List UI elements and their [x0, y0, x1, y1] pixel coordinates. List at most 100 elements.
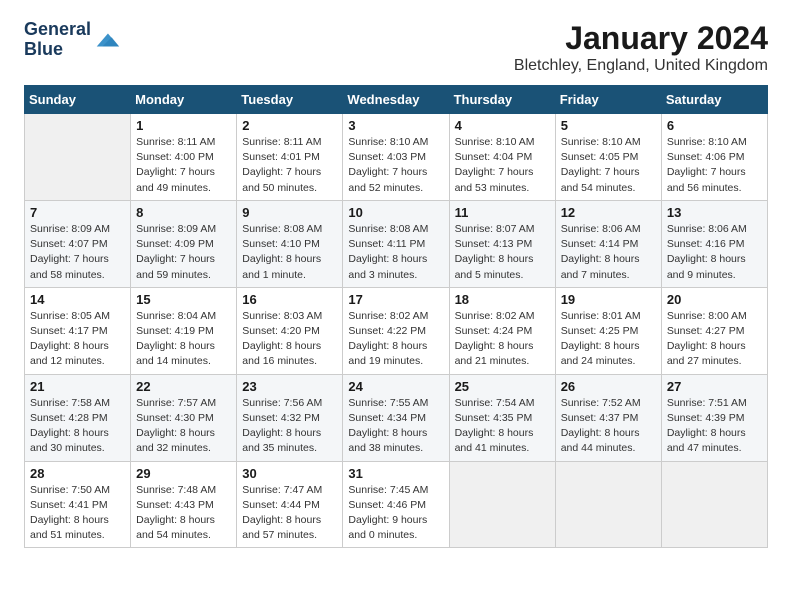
calendar-day-18: 18 Sunrise: 8:02 AMSunset: 4:24 PMDayligh…	[449, 287, 555, 374]
day-info: Sunrise: 8:10 AMSunset: 4:03 PMDaylight:…	[348, 135, 443, 196]
day-number: 13	[667, 205, 762, 220]
day-info: Sunrise: 7:51 AMSunset: 4:39 PMDaylight:…	[667, 396, 762, 457]
day-info: Sunrise: 8:02 AMSunset: 4:24 PMDaylight:…	[455, 309, 550, 370]
day-info: Sunrise: 8:01 AMSunset: 4:25 PMDaylight:…	[561, 309, 656, 370]
calendar-day-2: 2Sunrise: 8:11 AMSunset: 4:01 PMDaylight…	[237, 114, 343, 201]
calendar-subtitle: Bletchley, England, United Kingdom	[514, 57, 768, 75]
day-number: 21	[30, 379, 125, 394]
day-info: Sunrise: 8:00 AMSunset: 4:27 PMDaylight:…	[667, 309, 762, 370]
day-number: 10	[348, 205, 443, 220]
day-info: Sunrise: 7:56 AMSunset: 4:32 PMDaylight:…	[242, 396, 337, 457]
day-info: Sunrise: 8:10 AMSunset: 4:04 PMDaylight:…	[455, 135, 550, 196]
day-number: 22	[136, 379, 231, 394]
calendar-day-28: 28Sunrise: 7:50 AMSunset: 4:41 PMDayligh…	[25, 461, 131, 548]
calendar-day-14: 14Sunrise: 8:05 AMSunset: 4:17 PMDayligh…	[25, 287, 131, 374]
calendar-day-24: 24Sunrise: 7:55 AMSunset: 4:34 PMDayligh…	[343, 374, 449, 461]
day-number: 11	[455, 205, 550, 220]
day-info: Sunrise: 7:52 AMSunset: 4:37 PMDaylight:…	[561, 396, 656, 457]
day-info: Sunrise: 8:06 AMSunset: 4:14 PMDaylight:…	[561, 222, 656, 283]
col-header-thursday: Thursday	[449, 86, 555, 114]
col-header-wednesday: Wednesday	[343, 86, 449, 114]
day-info: Sunrise: 8:10 AMSunset: 4:05 PMDaylight:…	[561, 135, 656, 196]
day-number: 18	[455, 292, 550, 307]
col-header-tuesday: Tuesday	[237, 86, 343, 114]
calendar-day-5: 5 Sunrise: 8:10 AMSunset: 4:05 PMDaylight…	[555, 114, 661, 201]
day-number: 17	[348, 292, 443, 307]
calendar-day-13: 13 Sunrise: 8:06 AMSunset: 4:16 PMDayligh…	[661, 200, 767, 287]
day-number: 3	[348, 118, 443, 133]
day-info: Sunrise: 8:07 AMSunset: 4:13 PMDaylight:…	[455, 222, 550, 283]
day-number: 29	[136, 466, 231, 481]
col-header-monday: Monday	[131, 86, 237, 114]
calendar-day-16: 16 Sunrise: 8:03 AMSunset: 4:20 PMDayligh…	[237, 287, 343, 374]
day-number: 28	[30, 466, 125, 481]
day-info: Sunrise: 8:02 AMSunset: 4:22 PMDaylight:…	[348, 309, 443, 370]
calendar-day-empty	[555, 461, 661, 548]
calendar-day-29: 29 Sunrise: 7:48 AMSunset: 4:43 PMDayligh…	[131, 461, 237, 548]
day-number: 31	[348, 466, 443, 481]
calendar-day-empty	[25, 114, 131, 201]
calendar-week-row: 7 Sunrise: 8:09 AMSunset: 4:07 PMDaylight…	[25, 200, 768, 287]
calendar-day-25: 25 Sunrise: 7:54 AMSunset: 4:35 PMDayligh…	[449, 374, 555, 461]
calendar-header-row: SundayMondayTuesdayWednesdayThursdayFrid…	[25, 86, 768, 114]
calendar-day-31: 31Sunrise: 7:45 AMSunset: 4:46 PMDayligh…	[343, 461, 449, 548]
day-info: Sunrise: 8:11 AMSunset: 4:00 PMDaylight:…	[136, 135, 231, 196]
day-number: 5	[561, 118, 656, 133]
logo: General Blue	[24, 20, 121, 60]
day-number: 15	[136, 292, 231, 307]
day-info: Sunrise: 8:09 AMSunset: 4:07 PMDaylight:…	[30, 222, 125, 283]
col-header-friday: Friday	[555, 86, 661, 114]
calendar-week-row: 28Sunrise: 7:50 AMSunset: 4:41 PMDayligh…	[25, 461, 768, 548]
day-info: Sunrise: 8:10 AMSunset: 4:06 PMDaylight:…	[667, 135, 762, 196]
calendar-day-10: 10 Sunrise: 8:08 AMSunset: 4:11 PMDayligh…	[343, 200, 449, 287]
day-number: 1	[136, 118, 231, 133]
col-header-sunday: Sunday	[25, 86, 131, 114]
calendar-day-12: 12Sunrise: 8:06 AMSunset: 4:14 PMDayligh…	[555, 200, 661, 287]
day-info: Sunrise: 8:08 AMSunset: 4:10 PMDaylight:…	[242, 222, 337, 283]
calendar-week-row: 1 Sunrise: 8:11 AMSunset: 4:00 PMDaylight…	[25, 114, 768, 201]
calendar-day-26: 26 Sunrise: 7:52 AMSunset: 4:37 PMDayligh…	[555, 374, 661, 461]
logo-line1: General	[24, 19, 91, 39]
day-info: Sunrise: 7:55 AMSunset: 4:34 PMDaylight:…	[348, 396, 443, 457]
calendar-day-17: 17 Sunrise: 8:02 AMSunset: 4:22 PMDayligh…	[343, 287, 449, 374]
day-info: Sunrise: 8:11 AMSunset: 4:01 PMDaylight:…	[242, 135, 337, 196]
logo-text: General Blue	[24, 20, 91, 60]
calendar-week-row: 14Sunrise: 8:05 AMSunset: 4:17 PMDayligh…	[25, 287, 768, 374]
logo-icon	[93, 26, 121, 54]
calendar-day-1: 1 Sunrise: 8:11 AMSunset: 4:00 PMDaylight…	[131, 114, 237, 201]
calendar-week-row: 21 Sunrise: 7:58 AMSunset: 4:28 PMDayligh…	[25, 374, 768, 461]
day-number: 7	[30, 205, 125, 220]
day-info: Sunrise: 7:48 AMSunset: 4:43 PMDaylight:…	[136, 483, 231, 544]
day-info: Sunrise: 8:06 AMSunset: 4:16 PMDaylight:…	[667, 222, 762, 283]
day-info: Sunrise: 8:08 AMSunset: 4:11 PMDaylight:…	[348, 222, 443, 283]
day-number: 16	[242, 292, 337, 307]
logo-line2: Blue	[24, 39, 63, 59]
calendar-title: January 2024	[514, 20, 768, 57]
calendar-day-7: 7 Sunrise: 8:09 AMSunset: 4:07 PMDaylight…	[25, 200, 131, 287]
day-info: Sunrise: 7:47 AMSunset: 4:44 PMDaylight:…	[242, 483, 337, 544]
calendar-day-11: 11 Sunrise: 8:07 AMSunset: 4:13 PMDayligh…	[449, 200, 555, 287]
day-info: Sunrise: 7:57 AMSunset: 4:30 PMDaylight:…	[136, 396, 231, 457]
day-info: Sunrise: 8:09 AMSunset: 4:09 PMDaylight:…	[136, 222, 231, 283]
day-info: Sunrise: 7:54 AMSunset: 4:35 PMDaylight:…	[455, 396, 550, 457]
calendar-day-4: 4Sunrise: 8:10 AMSunset: 4:04 PMDaylight…	[449, 114, 555, 201]
calendar-day-23: 23 Sunrise: 7:56 AMSunset: 4:32 PMDayligh…	[237, 374, 343, 461]
day-number: 8	[136, 205, 231, 220]
day-number: 25	[455, 379, 550, 394]
day-number: 27	[667, 379, 762, 394]
calendar-day-21: 21 Sunrise: 7:58 AMSunset: 4:28 PMDayligh…	[25, 374, 131, 461]
day-info: Sunrise: 8:03 AMSunset: 4:20 PMDaylight:…	[242, 309, 337, 370]
day-info: Sunrise: 8:05 AMSunset: 4:17 PMDaylight:…	[30, 309, 125, 370]
day-number: 20	[667, 292, 762, 307]
calendar-day-empty	[449, 461, 555, 548]
calendar-day-empty	[661, 461, 767, 548]
day-info: Sunrise: 7:58 AMSunset: 4:28 PMDaylight:…	[30, 396, 125, 457]
day-number: 19	[561, 292, 656, 307]
calendar-day-9: 9Sunrise: 8:08 AMSunset: 4:10 PMDaylight…	[237, 200, 343, 287]
day-number: 6	[667, 118, 762, 133]
col-header-saturday: Saturday	[661, 86, 767, 114]
day-number: 23	[242, 379, 337, 394]
title-area: January 2024 Bletchley, England, United …	[514, 20, 768, 75]
calendar-day-30: 30Sunrise: 7:47 AMSunset: 4:44 PMDayligh…	[237, 461, 343, 548]
day-number: 26	[561, 379, 656, 394]
